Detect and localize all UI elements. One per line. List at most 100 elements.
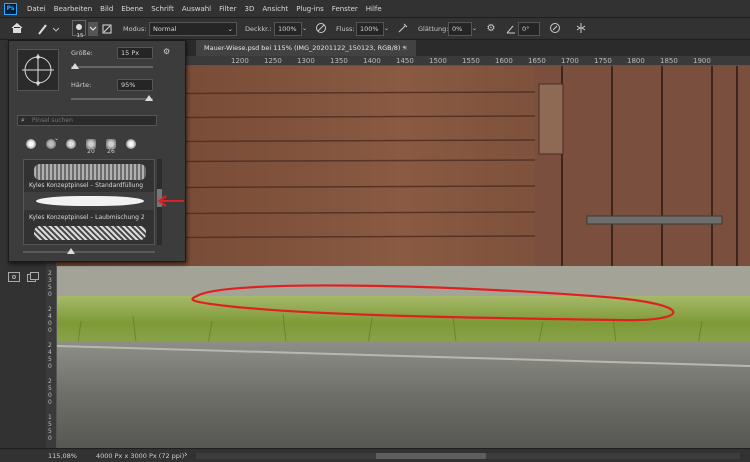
menu-3d[interactable]: 3D [240, 5, 258, 13]
airbrush-icon[interactable] [396, 22, 410, 36]
ruler-tick-label: 2450 [48, 342, 52, 370]
screen-mode-icon[interactable] [27, 272, 39, 282]
ruler-tick-label: 1800 [627, 57, 645, 65]
brush-tip-4[interactable]: 20 [83, 136, 99, 155]
ruler-tick-label: 2350 [48, 270, 52, 298]
modus-select[interactable]: Normal ⌄ [149, 22, 237, 36]
menu-bild[interactable]: Bild [96, 5, 117, 13]
list-item[interactable]: Kyles Konzeptpinsel – Laubmischung 2 [29, 214, 145, 221]
menu-datei[interactable]: Datei [23, 5, 50, 13]
brush-list: Kyles Konzeptpinsel – Standardfüllung Ky… [23, 159, 155, 245]
ruler-tick-label: 1850 [660, 57, 678, 65]
quick-mask-icon[interactable] [8, 272, 20, 282]
round-brush-icon [26, 139, 36, 149]
hardness-label: Härte: [71, 81, 92, 89]
preview-size-slider[interactable] [23, 251, 155, 253]
scrollbar-thumb[interactable] [376, 453, 486, 459]
close-icon[interactable]: × [403, 40, 408, 56]
menu-schrift[interactable]: Schrift [147, 5, 178, 13]
menu-plugins[interactable]: Plug-ins [292, 5, 328, 13]
brush-stroke-preview [34, 226, 146, 240]
chevron-down-icon: ⌄ [227, 25, 233, 33]
zoom-level[interactable]: 115,08% [48, 452, 77, 460]
list-item-selected[interactable] [24, 192, 154, 210]
angle-icon [506, 22, 516, 36]
size-input[interactable]: 15 Px [117, 47, 153, 59]
menu-auswahl[interactable]: Auswahl [178, 5, 215, 13]
brush-stroke-preview [34, 164, 146, 180]
pressure-size-icon[interactable] [548, 22, 562, 36]
fluss-label: Fluss: [336, 25, 355, 33]
horizontal-scrollbar[interactable] [196, 453, 740, 459]
gear-icon[interactable]: ⚙ [484, 22, 498, 36]
hardness-slider-track[interactable] [71, 98, 153, 100]
pressure-opacity-icon[interactable] [314, 22, 328, 36]
ruler-tick-label: 1750 [594, 57, 612, 65]
deckkraft-label: Deckkr.: [245, 25, 272, 33]
document-info: 4000 Px x 3000 Px (72 ppi) [96, 452, 185, 460]
brush-preset-picker: Größe: 15 Px ⚙ Härte: 95% ⌕ ⌄ 20 26 Kyle… [8, 40, 186, 262]
ruler-tick-label: 1350 [330, 57, 348, 65]
photoshop-logo: Ps [4, 2, 17, 15]
chevron-down-icon[interactable]: ⌄ [384, 22, 392, 36]
ruler-tick-label: 1550 [462, 57, 480, 65]
brush-settings-panel-toggle[interactable] [88, 22, 98, 36]
brush-search-field[interactable]: ⌕ [17, 115, 157, 126]
glaettung-label: Glättung: [418, 25, 449, 33]
horizontal-ruler: 1200 1250 1300 1350 1400 1450 1500 1550 1600 1650… [185, 56, 750, 66]
round-brush-icon [126, 139, 136, 149]
soft-brush-icon [66, 139, 76, 149]
list-item[interactable]: Kyles Konzeptpinsel – Standardfüllung [29, 182, 143, 189]
menu-hilfe[interactable]: Hilfe [362, 5, 386, 13]
brush-tool-preset-button[interactable] [36, 22, 60, 36]
ruler-tick-label: 2500 [48, 378, 52, 406]
chevron-down-icon[interactable]: ⌄ [302, 22, 310, 36]
brush-preview-icon[interactable]: 15 [72, 20, 86, 39]
deckkraft-input[interactable]: 100% [274, 22, 302, 36]
menu-bearbeiten[interactable]: Bearbeiten [50, 5, 96, 13]
gear-icon[interactable]: ⚙ [163, 47, 170, 56]
angle-input[interactable]: 0° [518, 22, 540, 36]
ruler-tick-label: 1200 [231, 57, 249, 65]
brush-tip-5[interactable]: 26 [103, 136, 119, 155]
brush-tip-2[interactable]: ⌄ [43, 135, 59, 154]
annotation-arrow [157, 195, 184, 207]
menu-filter[interactable]: Filter [215, 5, 240, 13]
brush-settings-icon[interactable] [102, 22, 112, 36]
ruler-tick-label: 1600 [495, 57, 513, 65]
fluss-input[interactable]: 100% [356, 22, 384, 36]
size-slider-thumb[interactable] [71, 63, 80, 69]
status-bar: 115,08% 4000 Px x 3000 Px (72 ppi) › [0, 448, 750, 462]
search-icon: ⌕ [21, 116, 25, 124]
brush-size-readout: 15 [76, 33, 84, 39]
preview-size-thumb[interactable] [67, 248, 75, 254]
hardness-slider-thumb[interactable] [144, 95, 153, 101]
document-tab[interactable]: Mauer-Wiese.psd bei 115% (IMG_20201122_1… [196, 40, 416, 56]
brush-search-input[interactable] [32, 116, 152, 125]
brush-tip-6[interactable] [123, 136, 139, 154]
size-slider-track[interactable] [71, 66, 153, 68]
chevron-right-icon[interactable]: › [184, 450, 188, 460]
ruler-tick-label: 1900 [693, 57, 711, 65]
ruler-tick-label: 1550 [48, 414, 52, 442]
modus-label: Modus: [123, 25, 147, 33]
home-icon[interactable] [10, 22, 24, 36]
chevron-down-icon[interactable]: ⌄ [472, 22, 480, 36]
menu-fenster[interactable]: Fenster [328, 5, 362, 13]
ruler-tick-label: 1650 [528, 57, 546, 65]
document-tab-title: Mauer-Wiese.psd bei 115% (IMG_20201122_1… [204, 44, 406, 52]
symmetry-icon[interactable] [574, 22, 588, 36]
menu-ebene[interactable]: Ebene [117, 5, 147, 13]
glaettung-input[interactable]: 0% [448, 22, 472, 36]
brush-stroke-preview [36, 196, 144, 206]
check-icon: ⌄ [53, 135, 59, 142]
ruler-tick-label: 2400 [48, 306, 52, 334]
ruler-tick-label: 1250 [264, 57, 282, 65]
ruler-tick-label: 1450 [396, 57, 414, 65]
brush-tip-3[interactable] [63, 136, 79, 154]
brush-tip-preview[interactable] [17, 49, 59, 91]
menu-ansicht[interactable]: Ansicht [258, 5, 292, 13]
hardness-input[interactable]: 95% [117, 79, 153, 91]
brush-tip-1[interactable] [23, 136, 39, 154]
ruler-tick-label: 1300 [297, 57, 315, 65]
